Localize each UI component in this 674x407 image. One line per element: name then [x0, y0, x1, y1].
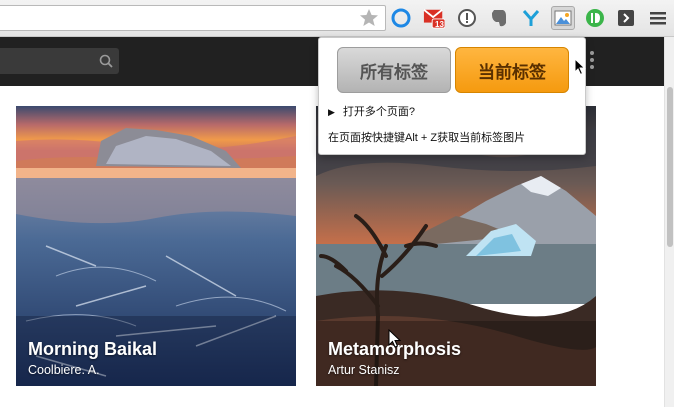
info-extension-icon[interactable] — [456, 7, 478, 29]
mouse-cursor-icon — [574, 58, 586, 76]
shortcut-hint: 在页面按快捷键Alt + Z获取当前标签图片 — [328, 132, 526, 144]
screenshot-extension-icon[interactable] — [551, 6, 575, 30]
card-title[interactable]: Morning Baikal — [28, 339, 157, 360]
site-search-input[interactable] — [0, 48, 119, 74]
photo-card[interactable]: Morning Baikal Coolbiere. A. — [16, 106, 296, 386]
open-multiple-pages-toggle[interactable]: ▶ 打开多个页面? — [328, 103, 415, 119]
search-icon — [99, 54, 113, 68]
bookmark-star-icon[interactable] — [359, 8, 379, 28]
gmail-icon[interactable]: 13 — [423, 7, 445, 29]
gmail-badge-count: 13 — [435, 20, 444, 29]
pushbullet-icon[interactable] — [584, 7, 606, 29]
menu-icon[interactable] — [647, 7, 669, 29]
extension-popup: 所有标签 当前标签 ▶ 打开多个页面? 在页面按快捷键Alt + Z获取当前标签图… — [318, 37, 586, 155]
open-multiple-label: 打开多个页面? — [342, 106, 416, 118]
mouse-cursor-icon — [388, 329, 402, 348]
browser-toolbar: 13 — [0, 0, 674, 37]
pocket-arrow-icon[interactable] — [615, 7, 637, 29]
card-author[interactable]: Coolbiere. A. — [28, 363, 100, 377]
current-tab-button[interactable]: 当前标签 — [455, 47, 569, 93]
disclosure-triangle-icon: ▶ — [328, 107, 335, 117]
evernote-icon[interactable] — [488, 7, 510, 29]
page-scrollbar[interactable] — [664, 37, 674, 407]
all-tabs-button[interactable]: 所有标签 — [337, 47, 451, 93]
card-author[interactable]: Artur Stanisz — [328, 363, 400, 377]
y-extension-icon[interactable] — [520, 7, 542, 29]
scrollbar-thumb[interactable] — [667, 87, 673, 247]
more-options-icon[interactable] — [589, 51, 595, 71]
circle-extension-icon[interactable] — [390, 7, 412, 29]
address-bar[interactable] — [0, 5, 386, 31]
